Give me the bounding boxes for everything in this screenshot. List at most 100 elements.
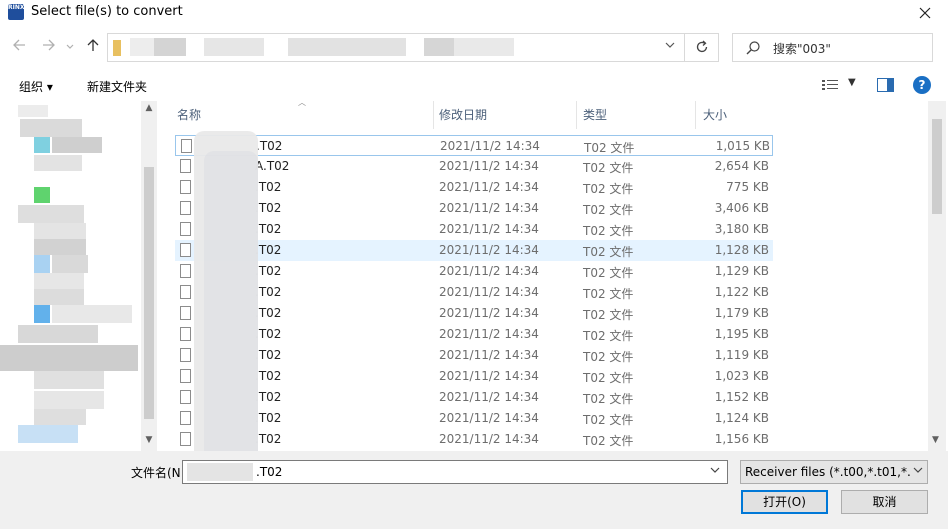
back-arrow-icon [13, 39, 25, 51]
table-row[interactable]: .T02 2021/11/2 14:34 T02 文件 1,195 KB [175, 324, 773, 345]
file-icon [180, 432, 191, 446]
table-row[interactable]: .T02 2021/11/2 14:34 T02 文件 775 KB [175, 177, 773, 198]
file-name: .T02 [255, 264, 282, 278]
refresh-icon [696, 40, 707, 53]
column-header-name[interactable]: 名称 [170, 101, 434, 129]
file-date: 2021/11/2 14:34 [439, 222, 539, 236]
table-row[interactable]: .T02 2021/11/2 14:34 T02 文件 1,128 KB [175, 240, 773, 261]
column-header-type[interactable]: 类型 [576, 101, 696, 129]
column-header-size[interactable]: 大小 [696, 101, 776, 129]
file-type-dropdown-button[interactable] [913, 465, 923, 478]
table-row[interactable]: .T02 2021/11/2 14:34 T02 文件 1,124 KB [175, 408, 773, 429]
file-icon [180, 159, 191, 173]
table-row[interactable]: .T02 2021/11/2 14:34 T02 文件 3,406 KB [175, 198, 773, 219]
file-icon [180, 348, 191, 362]
redacted-nav-item [34, 305, 50, 323]
toolbar: 组织 ▾ 新建文件夹 ▼ ? [0, 70, 948, 100]
chevron-down-icon [66, 44, 74, 49]
table-row[interactable]: .T02 2021/11/2 14:34 T02 文件 1,129 KB [175, 261, 773, 282]
file-date: 2021/11/2 14:34 [439, 285, 539, 299]
table-row[interactable]: A.T02 2021/11/2 14:34 T02 文件 2,654 KB [175, 156, 773, 177]
file-size: 1,195 KB [714, 327, 769, 341]
filename-input[interactable]: .T02 [182, 460, 728, 484]
table-row[interactable]: .T02 2021/11/2 14:34 T02 文件 3,180 KB [175, 219, 773, 240]
redacted-filenames [204, 151, 258, 481]
scroll-down-icon[interactable]: ▼ [932, 435, 939, 445]
file-name: .T02 [255, 201, 282, 215]
file-type: T02 文件 [583, 182, 634, 196]
file-type-select[interactable]: Receiver files (*.t00,*.t01,*.t02 [740, 460, 928, 484]
table-row[interactable]: .T02 2021/11/2 14:34 T02 文件 1,122 KB [175, 282, 773, 303]
search-input[interactable]: 搜索"003" [773, 40, 831, 57]
scrollbar-thumb[interactable] [144, 167, 154, 419]
file-type: T02 文件 [583, 224, 634, 238]
file-date: 2021/11/2 14:34 [440, 139, 540, 153]
file-icon [181, 139, 192, 153]
new-folder-button[interactable]: 新建文件夹 [87, 78, 147, 95]
up-button[interactable] [84, 38, 102, 56]
view-options-icon[interactable] [822, 79, 840, 91]
scrollbar-thumb[interactable] [932, 119, 942, 214]
file-name: .T02 [255, 348, 282, 362]
help-icon[interactable]: ? [913, 76, 931, 94]
redacted-nav-item [18, 425, 78, 443]
file-icon [180, 369, 191, 383]
file-size: 1,023 KB [714, 369, 769, 383]
navigation-pane[interactable]: ▲ ▼ [0, 101, 158, 451]
file-size: 1,015 KB [715, 139, 770, 153]
redacted-nav-item [34, 409, 86, 425]
table-row[interactable]: .T02 2021/11/2 14:34 T02 文件 1,119 KB [175, 345, 773, 366]
file-list-scrollbar[interactable]: ▼ [928, 101, 946, 451]
redacted-filename [187, 463, 253, 481]
redacted-nav-item [52, 255, 88, 273]
file-name: .T02 [255, 180, 282, 194]
close-icon [919, 7, 931, 19]
table-row[interactable]: .T02 2021/11/2 14:34 T02 文件 1,152 KB [175, 387, 773, 408]
preview-pane-icon[interactable] [877, 78, 894, 92]
file-icon [180, 390, 191, 404]
file-date: 2021/11/2 14:34 [439, 180, 539, 194]
file-size: 3,180 KB [714, 222, 769, 236]
chevron-down-icon [710, 467, 720, 473]
file-list[interactable]: ︿ 名称 修改日期 类型 大小 .T02 2021/11/2 14:34 T02 文… [160, 98, 930, 481]
navigation-scrollbar[interactable]: ▲ ▼ [141, 101, 157, 451]
file-size: 1,152 KB [714, 390, 769, 404]
back-button[interactable] [10, 38, 28, 56]
file-size: 1,156 KB [714, 432, 769, 446]
cancel-button[interactable]: 取消 [841, 490, 928, 514]
open-button[interactable]: 打开(O) [741, 490, 828, 514]
redacted-path [424, 38, 454, 56]
column-header-date[interactable]: 修改日期 [432, 101, 577, 129]
redacted-nav-item [34, 223, 86, 239]
redacted-nav-item [34, 289, 84, 305]
table-row[interactable]: .T02 2021/11/2 14:34 T02 文件 1,015 KB [175, 135, 773, 156]
app-icon: RINX [8, 4, 24, 20]
up-arrow-icon [87, 39, 99, 51]
file-type: T02 文件 [583, 371, 634, 385]
view-dropdown-button[interactable]: ▼ [848, 77, 856, 88]
table-row[interactable]: .T02 2021/11/2 14:34 T02 文件 1,179 KB [175, 303, 773, 324]
redacted-nav-item [0, 345, 138, 371]
table-row[interactable]: .T02 2021/11/2 14:34 T02 文件 1,023 KB [175, 366, 773, 387]
forward-arrow-icon [43, 39, 55, 51]
file-name: .T02 [255, 411, 282, 425]
scroll-down-icon[interactable]: ▼ [144, 435, 154, 445]
redacted-nav-item [18, 205, 84, 223]
forward-button[interactable] [40, 38, 58, 56]
filename-dropdown-button[interactable] [710, 465, 720, 478]
close-button[interactable] [902, 0, 948, 26]
address-dropdown-button[interactable] [661, 40, 679, 56]
organize-menu-button[interactable]: 组织 ▾ [19, 78, 53, 95]
file-type: T02 文件 [584, 141, 635, 155]
search-box[interactable]: 搜索"003" [732, 33, 933, 62]
table-row[interactable]: .T02 2021/11/2 14:34 T02 文件 1,156 KB [175, 429, 773, 450]
recent-locations-button[interactable] [64, 38, 76, 56]
file-date: 2021/11/2 14:34 [439, 159, 539, 173]
file-type: T02 文件 [583, 266, 634, 280]
address-bar[interactable] [107, 33, 685, 62]
file-type: T02 文件 [583, 350, 634, 364]
scroll-up-icon[interactable]: ▲ [144, 103, 154, 113]
refresh-button[interactable] [685, 33, 719, 62]
file-date: 2021/11/2 14:34 [439, 306, 539, 320]
file-size: 1,179 KB [714, 306, 769, 320]
